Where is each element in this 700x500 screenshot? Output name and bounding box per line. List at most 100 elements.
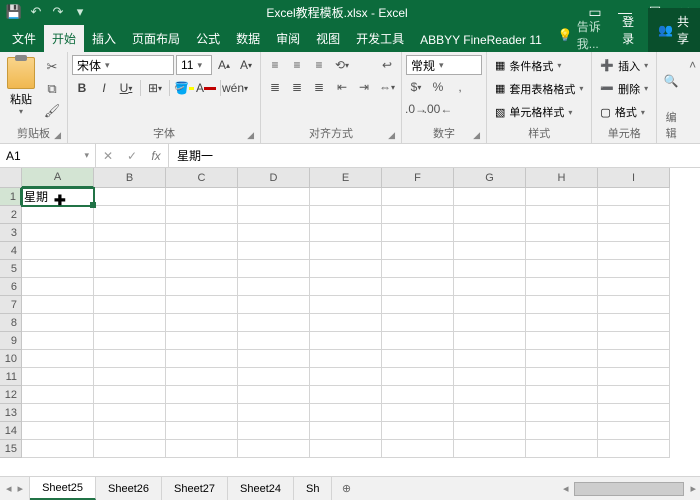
increase-font-icon[interactable]: A▴ [214, 55, 234, 75]
cell[interactable] [310, 296, 382, 314]
cell[interactable] [454, 350, 526, 368]
cell[interactable] [526, 260, 598, 278]
cell[interactable] [598, 422, 670, 440]
column-header[interactable]: G [454, 168, 526, 188]
cell[interactable] [22, 422, 94, 440]
scroll-right-icon[interactable]: ▸ [690, 482, 696, 495]
copy-icon[interactable]: ⧉ [41, 79, 63, 99]
column-header[interactable]: E [310, 168, 382, 188]
cell[interactable] [454, 224, 526, 242]
column-header[interactable]: F [382, 168, 454, 188]
row-header[interactable]: 2 [0, 206, 22, 224]
row-header[interactable]: 4 [0, 242, 22, 260]
cell[interactable] [382, 242, 454, 260]
sheet-tab[interactable]: Sh [294, 477, 332, 500]
tab-data[interactable]: 数据 [228, 25, 268, 52]
cell[interactable] [94, 260, 166, 278]
cell[interactable] [598, 206, 670, 224]
redo-icon[interactable]: ↷ [48, 2, 68, 22]
fx-icon[interactable]: fx [144, 149, 168, 163]
conditional-formatting-button[interactable]: ▦条件格式▾ [491, 57, 587, 75]
cell[interactable] [598, 188, 670, 206]
cell[interactable] [238, 440, 310, 458]
cell[interactable] [526, 188, 598, 206]
cell[interactable] [382, 224, 454, 242]
cell[interactable] [382, 386, 454, 404]
cell[interactable] [454, 368, 526, 386]
insert-cells-button[interactable]: ➕插入▾ [596, 57, 652, 75]
cell[interactable] [310, 332, 382, 350]
cell[interactable] [526, 386, 598, 404]
align-left-icon[interactable]: ≣ [265, 77, 285, 97]
cell[interactable] [22, 440, 94, 458]
cell[interactable] [526, 350, 598, 368]
cell[interactable] [238, 224, 310, 242]
cell[interactable] [310, 440, 382, 458]
cell[interactable] [22, 260, 94, 278]
clipboard-launcher-icon[interactable]: ◢ [54, 130, 61, 141]
qat-customize-icon[interactable]: ▾ [70, 2, 90, 22]
cut-icon[interactable]: ✂ [41, 57, 63, 77]
column-header[interactable]: H [526, 168, 598, 188]
cell[interactable] [382, 404, 454, 422]
cell[interactable] [238, 188, 310, 206]
cell[interactable] [526, 296, 598, 314]
cell[interactable] [94, 440, 166, 458]
tab-insert[interactable]: 插入 [84, 25, 124, 52]
cell[interactable] [310, 350, 382, 368]
cell[interactable] [166, 314, 238, 332]
ruby-button[interactable]: wén▾ [225, 78, 245, 98]
tab-developer[interactable]: 开发工具 [348, 25, 412, 52]
sheet-tab[interactable]: Sheet26 [96, 477, 162, 500]
cell[interactable] [454, 242, 526, 260]
cell[interactable] [454, 206, 526, 224]
collapse-ribbon-icon[interactable]: ˄ [685, 52, 700, 143]
cell[interactable] [382, 314, 454, 332]
cell[interactable] [166, 440, 238, 458]
column-header[interactable]: I [598, 168, 670, 188]
tab-review[interactable]: 审阅 [268, 25, 308, 52]
cell[interactable] [382, 332, 454, 350]
scroll-left-icon[interactable]: ◂ [563, 482, 569, 495]
cell[interactable] [94, 278, 166, 296]
cell[interactable] [310, 422, 382, 440]
cell[interactable] [238, 296, 310, 314]
undo-icon[interactable]: ↶ [26, 2, 46, 22]
cell[interactable] [22, 278, 94, 296]
tab-abbyy[interactable]: ABBYY FineReader 11 [412, 28, 550, 52]
cell[interactable] [454, 422, 526, 440]
sheet-tab[interactable]: Sheet27 [162, 477, 228, 500]
cell[interactable] [526, 242, 598, 260]
bold-button[interactable]: B [72, 78, 92, 98]
select-all-corner[interactable] [0, 168, 22, 188]
row-header[interactable]: 9 [0, 332, 22, 350]
cell[interactable] [94, 332, 166, 350]
cell[interactable] [238, 260, 310, 278]
row-header[interactable]: 3 [0, 224, 22, 242]
orientation-icon[interactable]: ⟲▾ [332, 55, 352, 75]
cell[interactable] [94, 314, 166, 332]
cell[interactable] [526, 440, 598, 458]
cell[interactable] [22, 404, 94, 422]
horizontal-scrollbar[interactable]: ◂ ▸ [360, 477, 700, 500]
cell[interactable] [22, 332, 94, 350]
cell[interactable] [598, 260, 670, 278]
cell[interactable]: 星期 [22, 188, 94, 206]
cell[interactable] [598, 332, 670, 350]
align-top-icon[interactable]: ≡ [265, 55, 285, 75]
cell[interactable] [166, 296, 238, 314]
cell[interactable] [94, 206, 166, 224]
cell[interactable] [526, 332, 598, 350]
cell[interactable] [454, 278, 526, 296]
cell[interactable] [598, 224, 670, 242]
enter-formula-icon[interactable]: ✓ [120, 149, 144, 163]
row-header[interactable]: 6 [0, 278, 22, 296]
column-header[interactable]: C [166, 168, 238, 188]
merge-center-icon[interactable]: ⇔▾ [377, 77, 397, 97]
cell[interactable] [454, 260, 526, 278]
font-color-button[interactable]: A [196, 78, 216, 98]
cell[interactable] [382, 422, 454, 440]
cell[interactable] [166, 260, 238, 278]
cell[interactable] [166, 422, 238, 440]
cell[interactable] [238, 350, 310, 368]
